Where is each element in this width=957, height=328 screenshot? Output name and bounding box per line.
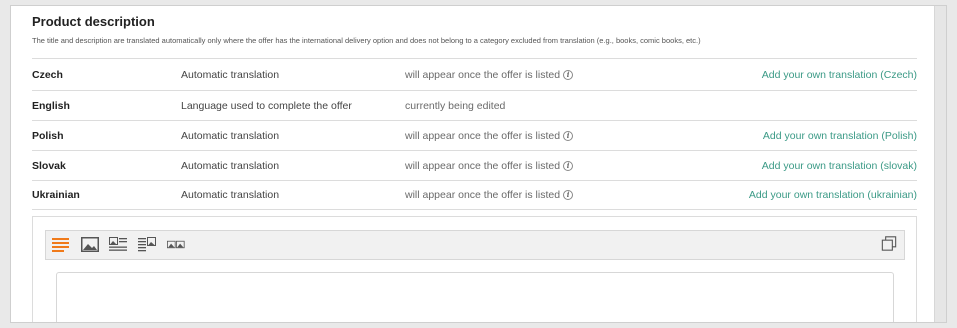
product-description-panel: Product description The title and descri…: [10, 5, 947, 323]
translation-status: currently being edited: [405, 99, 506, 112]
text-image-block-icon[interactable]: [138, 237, 156, 252]
table-row-czech: Czech Automatic translation will appear …: [32, 58, 917, 90]
description-text-area[interactable]: [56, 272, 894, 322]
image-text-block-icon[interactable]: [109, 237, 127, 252]
table-row-english: English Language used to complete the of…: [32, 90, 917, 120]
info-icon[interactable]: i: [563, 69, 574, 80]
language-label: Slovak: [32, 159, 66, 172]
two-images-block-icon[interactable]: [167, 237, 185, 252]
language-label: Ukrainian: [32, 189, 80, 201]
translation-mode: Automatic translation: [181, 129, 280, 142]
translation-status: will appear once the offer is listed i: [405, 130, 574, 142]
info-icon[interactable]: i: [563, 130, 574, 141]
translation-status: will appear once the offer is listed i: [405, 189, 574, 201]
editor-toolbar: [45, 230, 905, 260]
copy-icon[interactable]: [880, 236, 898, 251]
info-icon[interactable]: i: [563, 190, 574, 200]
text-block-icon[interactable]: [52, 237, 70, 252]
description-editor: [32, 216, 917, 322]
translation-mode: Automatic translation: [181, 189, 280, 201]
table-row-ukrainian: Ukrainian Automatic translation will app…: [32, 180, 917, 210]
translation-table: Czech Automatic translation will appear …: [32, 58, 917, 210]
translation-mode: Language used to complete the offer: [181, 99, 352, 112]
table-row-polish: Polish Automatic translation will appear…: [32, 120, 917, 150]
section-title: Product description: [32, 14, 155, 29]
language-label: English: [32, 99, 70, 112]
add-translation-link-slovak[interactable]: Add your own translation (slovak): [762, 160, 917, 172]
add-translation-link-polish[interactable]: Add your own translation (Polish): [763, 130, 917, 142]
add-translation-link-ukrainian[interactable]: Add your own translation (ukrainian): [749, 189, 917, 201]
language-label: Polish: [32, 129, 64, 142]
add-translation-link-czech[interactable]: Add your own translation (Czech): [762, 69, 917, 81]
translation-status: will appear once the offer is listed i: [405, 69, 574, 81]
info-icon[interactable]: i: [563, 160, 574, 171]
language-label: Czech: [32, 68, 63, 81]
table-row-slovak: Slovak Automatic translation will appear…: [32, 150, 917, 180]
translation-mode: Automatic translation: [181, 159, 280, 172]
translation-status: will appear once the offer is listed i: [405, 160, 574, 172]
translation-mode: Automatic translation: [181, 68, 280, 81]
section-subtitle: The title and description are translated…: [32, 36, 701, 45]
image-block-icon[interactable]: [81, 237, 99, 252]
vertical-scrollbar[interactable]: [934, 6, 946, 322]
